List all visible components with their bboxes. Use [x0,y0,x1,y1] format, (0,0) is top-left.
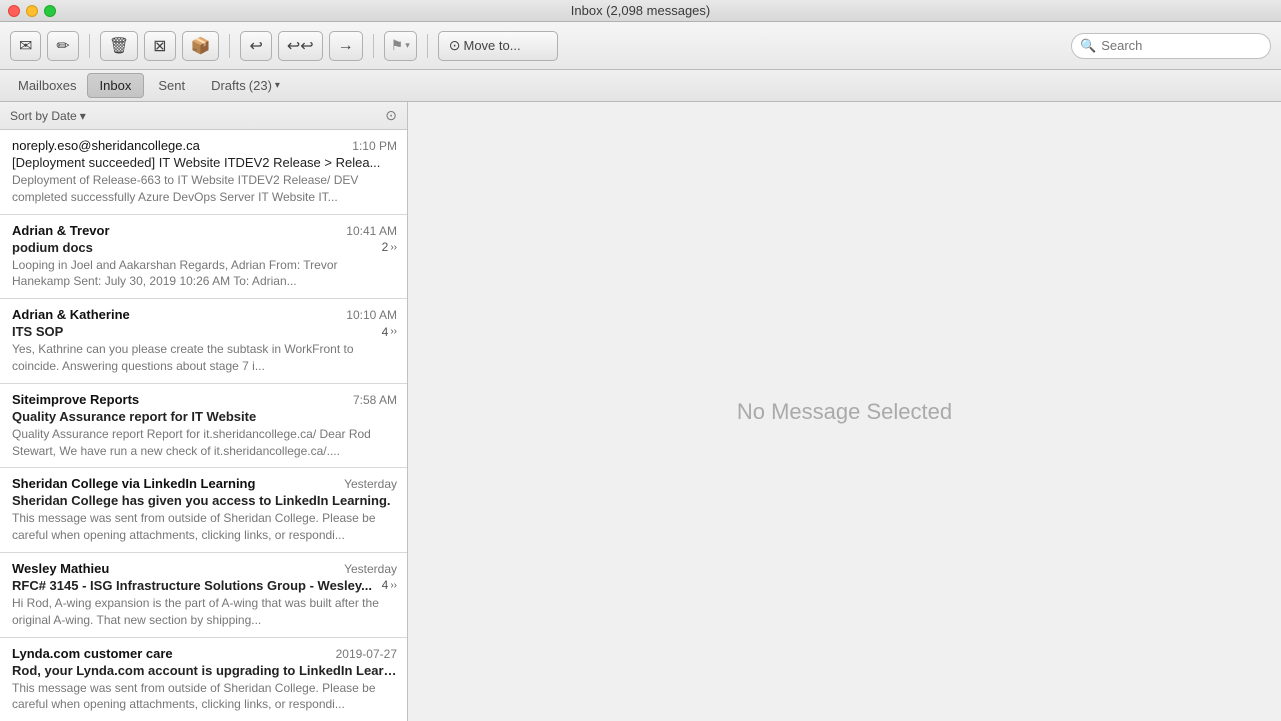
email-thread-count: 4 ›› [382,578,397,592]
reply-all-button[interactable]: ↩↩ [278,31,323,61]
thread-chevron-icon: ›› [390,326,397,337]
forward-button[interactable]: → [329,31,363,61]
toolbar-separator-4 [427,34,428,58]
main-content: Sort by Date ▾ ⊙ noreply.eso@sheridancol… [0,102,1281,721]
email-time: 10:41 AM [346,224,397,238]
email-subject: [Deployment succeeded] IT Website ITDEV2… [12,155,397,170]
email-preview: Yes, Kathrine can you please create the … [12,341,397,375]
email-time: 7:58 AM [353,393,397,407]
zoom-button[interactable] [44,5,56,17]
email-item[interactable]: Wesley Mathieu Yesterday RFC# 3145 - ISG I… [0,553,407,638]
email-sender: Adrian & Katherine [12,307,338,322]
sort-bar: Sort by Date ▾ ⊙ [0,102,407,130]
email-preview: Quality Assurance report Report for it.s… [12,426,397,460]
email-item[interactable]: Sheridan College via LinkedIn Learning Ye… [0,468,407,553]
close-button[interactable] [8,5,20,17]
toolbar-separator-2 [229,34,230,58]
archive-button[interactable]: 📦 [182,31,220,61]
email-time: 2019-07-27 [336,647,397,661]
email-preview: This message was sent from outside of Sh… [12,510,397,544]
email-preview: This message was sent from outside of Sh… [12,680,397,714]
move-to-button[interactable]: ⊙ Move to... [438,31,558,61]
no-message-text: No Message Selected [737,399,952,425]
email-time: 10:10 AM [346,308,397,322]
reply-all-icon: ↩↩ [287,36,314,56]
sort-chevron-icon: ▾ [80,109,86,123]
email-sender: Lynda.com customer care [12,646,328,661]
flag-chevron-icon: ▾ [405,40,410,51]
email-sender: Siteimprove Reports [12,392,345,407]
email-subject: RFC# 3145 - ISG Infrastructure Solutions… [12,578,378,593]
toolbar: ✉ ✏ 🗑 ⊠ 📦 ↩ ↩↩ → ⚑ ▾ ⊙ Move to... 🔍 [0,22,1281,70]
tab-mailboxes[interactable]: Mailboxes [10,74,85,97]
email-time: 1:10 PM [352,139,397,153]
email-time: Yesterday [344,562,397,576]
email-preview: Looping in Joel and Aakarshan Regards, A… [12,257,397,291]
search-input[interactable] [1101,38,1262,53]
tab-drafts[interactable]: Drafts (23) ▾ [199,74,292,97]
email-sender: Adrian & Trevor [12,223,338,238]
filter-icon[interactable]: ⊙ [385,107,397,124]
move-to-label: Move to... [464,38,521,53]
email-subject: Sheridan College has given you access to… [12,493,397,508]
new-mail-icon: ✉ [19,36,32,56]
no-message-panel: No Message Selected [408,102,1281,721]
email-item[interactable]: Adrian & Trevor 10:41 AM podium docs 2 ›› Lo… [0,215,407,300]
search-box[interactable]: 🔍 [1071,33,1271,59]
flag-icon: ⚑ [391,37,404,54]
move-to-icon: ⊙ [449,37,461,54]
tab-drafts-chevron-icon: ▾ [275,80,280,91]
email-subject: ITS SOP [12,324,378,339]
sort-by-date[interactable]: Sort by Date ▾ [10,109,86,123]
toolbar-separator-3 [373,34,374,58]
email-list[interactable]: Sort by Date ▾ ⊙ noreply.eso@sheridancol… [0,102,408,721]
new-mail-button[interactable]: ✉ [10,31,41,61]
toolbar-separator-1 [89,34,90,58]
minimize-button[interactable] [26,5,38,17]
forward-icon: → [338,37,354,55]
email-item[interactable]: Adrian & Katherine 10:10 AM ITS SOP 4 ›› Yes… [0,299,407,384]
delete-button[interactable]: ⊠ [144,31,175,61]
email-preview: Deployment of Release-663 to IT Website … [12,172,397,206]
title-bar: Inbox (2,098 messages) [0,0,1281,22]
email-subject: podium docs [12,240,378,255]
email-sender: Sheridan College via LinkedIn Learning [12,476,336,491]
flag-button[interactable]: ⚑ ▾ [384,31,417,61]
email-time: Yesterday [344,477,397,491]
email-sender: Wesley Mathieu [12,561,336,576]
tab-sent[interactable]: Sent [146,74,197,97]
tab-inbox[interactable]: Inbox [87,73,145,98]
archive-icon: 📦 [191,36,211,56]
email-preview: Hi Rod, A-wing expansion is the part of … [12,595,397,629]
search-icon: 🔍 [1080,38,1096,54]
email-item[interactable]: Siteimprove Reports 7:58 AM Quality Assura… [0,384,407,469]
delete-icon: ⊠ [153,36,166,56]
tab-drafts-count: (23) [249,78,272,93]
tab-bar: Mailboxes Inbox Sent Drafts (23) ▾ [0,70,1281,102]
compose-icon: ✏ [56,36,69,56]
email-item[interactable]: noreply.eso@sheridancollege.ca 1:10 PM [De… [0,130,407,215]
thread-chevron-icon: ›› [390,242,397,253]
sort-label: Sort by Date [10,109,77,123]
email-thread-count: 4 ›› [382,325,397,339]
move-to-junk-button[interactable]: 🗑 [100,31,138,61]
junk-icon: 🗑 [109,36,129,56]
email-items-container: noreply.eso@sheridancollege.ca 1:10 PM [De… [0,130,407,721]
compose-button[interactable]: ✏ [47,31,78,61]
window-title: Inbox (2,098 messages) [571,3,710,18]
email-item[interactable]: Lynda.com customer care 2019-07-27 Rod, yo… [0,638,407,721]
email-sender: noreply.eso@sheridancollege.ca [12,138,344,153]
email-subject: Rod, your Lynda.com account is upgrading… [12,663,397,678]
reply-icon: ↩ [249,36,262,56]
reply-button[interactable]: ↩ [240,31,271,61]
email-subject: Quality Assurance report for IT Website [12,409,397,424]
traffic-lights [8,5,56,17]
email-thread-count: 2 ›› [382,240,397,254]
thread-chevron-icon: ›› [390,580,397,591]
tab-drafts-label: Drafts [211,78,246,93]
